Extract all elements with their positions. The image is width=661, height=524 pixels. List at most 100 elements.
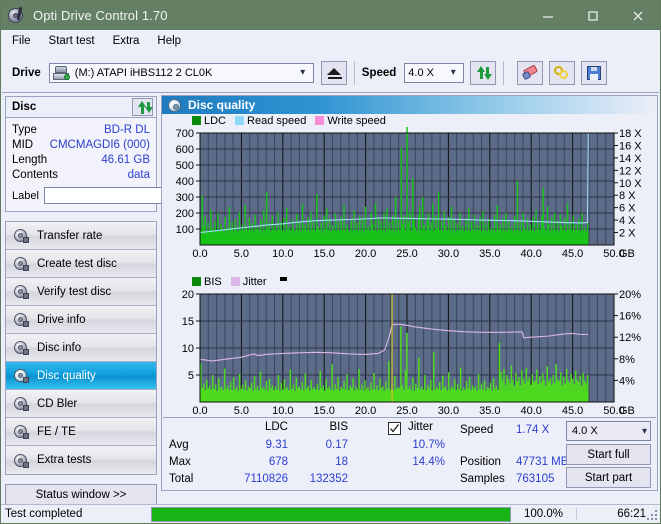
disc-icon xyxy=(14,454,29,467)
svg-text:15: 15 xyxy=(182,316,194,328)
svg-text:700: 700 xyxy=(176,128,194,140)
eraser-icon xyxy=(522,66,539,80)
disc-icon xyxy=(14,341,29,354)
disc-icon xyxy=(14,285,29,298)
disc-row-key: Type xyxy=(12,124,37,136)
toolbar-separator-2 xyxy=(503,61,504,85)
disc-row-contents: Contents data xyxy=(12,167,150,182)
stats-row-label-max: Max xyxy=(169,456,191,468)
save-floppy-icon xyxy=(587,66,601,80)
svg-text:35.0: 35.0 xyxy=(479,248,500,260)
svg-text:400: 400 xyxy=(176,176,194,188)
maximize-button[interactable] xyxy=(570,1,615,30)
stats-panel: LDC BIS Jitter Avg 9.31 0.17 10.7% Max 6… xyxy=(163,417,656,489)
disc-label-key: Label xyxy=(12,190,39,202)
status-window-button[interactable]: Status window >> xyxy=(5,484,157,506)
stats-total-bis: 132352 xyxy=(288,473,348,485)
top-chart[interactable]: 1002003004005006007002 X4 X6 X8 X10 X12 … xyxy=(162,127,657,273)
refresh-button[interactable] xyxy=(470,61,496,85)
drive-select[interactable]: (M:) ATAPI iHBS112 2 CL0K ▾ xyxy=(49,63,314,83)
speed-label: Speed xyxy=(362,67,397,79)
refresh-arrows-icon xyxy=(136,101,150,113)
speed-select[interactable]: 4.0 X ▾ xyxy=(404,63,464,83)
svg-text:500: 500 xyxy=(176,160,194,172)
stats-max-ldc: 678 xyxy=(203,456,288,468)
disc-row-key: Length xyxy=(12,154,47,166)
svg-text:8 X: 8 X xyxy=(619,190,636,202)
sidebar-item-drive-info[interactable]: Drive info xyxy=(6,306,156,334)
progress-bar xyxy=(151,507,511,522)
disc-row-value: BD-R DL xyxy=(104,124,150,136)
legend-swatch-ldc xyxy=(192,116,201,125)
bottom-chart[interactable]: 51015204%8%12%16%20%0.05.010.015.020.025… xyxy=(162,288,657,430)
disc-row-mid: MID CMCMAGDI6 (000) xyxy=(12,137,150,152)
menu-item-file[interactable]: File xyxy=(9,33,40,50)
menu-item-start-test[interactable]: Start test xyxy=(46,33,104,50)
resize-grip[interactable] xyxy=(646,509,658,521)
legend-label-bis: BIS xyxy=(204,276,222,288)
disc-row-value: data xyxy=(128,169,150,181)
toolbar-separator-1 xyxy=(354,61,355,85)
start-part-button[interactable]: Start part xyxy=(566,467,651,488)
test-speed-value: 4.0 X xyxy=(572,425,598,437)
svg-text:600: 600 xyxy=(176,144,194,156)
save-button[interactable] xyxy=(581,61,607,85)
test-speed-select[interactable]: 4.0 X ▾ xyxy=(566,421,651,441)
legend-label-write-speed: Write speed xyxy=(327,115,386,127)
stats-header-ldc: LDC xyxy=(203,421,288,433)
disc-icon xyxy=(14,425,29,438)
disc-panel-title: Disc xyxy=(12,101,36,113)
menu-item-extra[interactable]: Extra xyxy=(110,33,149,50)
sidebar-item-label: CD Bler xyxy=(37,398,77,410)
sidebar-item-transfer-rate[interactable]: Transfer rate xyxy=(6,222,156,250)
sidebar-item-fe-te[interactable]: FE / TE xyxy=(6,418,156,446)
main-panel-header: Disc quality xyxy=(162,96,657,114)
svg-text:20.0: 20.0 xyxy=(355,405,376,417)
sidebar-item-create-test-disc[interactable]: Create test disc xyxy=(6,250,156,278)
menu-item-help[interactable]: Help xyxy=(154,33,190,50)
svg-text:12 X: 12 X xyxy=(619,165,642,177)
jitter-checkbox[interactable] xyxy=(388,422,401,435)
disc-label-row: Label xyxy=(12,186,150,205)
disc-row-key: MID xyxy=(12,139,33,151)
stats-position-value: 47731 MB xyxy=(516,456,568,468)
legend-swatch-bis xyxy=(192,277,201,286)
svg-text:GB: GB xyxy=(619,405,635,417)
legend-swatch-jitter xyxy=(231,277,240,286)
svg-text:16 X: 16 X xyxy=(619,140,642,152)
svg-text:10.0: 10.0 xyxy=(272,248,293,260)
stats-header-bis: BIS xyxy=(288,421,348,433)
svg-text:5: 5 xyxy=(188,370,194,382)
top-chart-legend: LDC Read speed Write speed xyxy=(162,114,657,127)
refresh-arrows-icon xyxy=(475,66,491,80)
close-button[interactable] xyxy=(615,1,660,30)
minimize-button[interactable] xyxy=(525,1,570,30)
stats-samples-label: Samples xyxy=(460,473,505,485)
drive-select-value: (M:) ATAPI iHBS112 2 CL0K xyxy=(75,67,213,79)
svg-text:15.0: 15.0 xyxy=(313,405,334,417)
sidebar-item-verify-test-disc[interactable]: Verify test disc xyxy=(6,278,156,306)
progress-percent: 100.0% xyxy=(511,508,577,520)
stats-row-label-avg: Avg xyxy=(169,439,189,451)
chain-button[interactable] xyxy=(549,61,575,85)
window-title: Opti Drive Control 1.70 xyxy=(33,8,525,23)
sidebar-item-cd-bler[interactable]: CD Bler xyxy=(6,390,156,418)
svg-text:30.0: 30.0 xyxy=(438,248,459,260)
svg-text:20.0: 20.0 xyxy=(355,248,376,260)
sidebar-item-disc-info[interactable]: Disc info xyxy=(6,334,156,362)
disc-row-value: CMCMAGDI6 (000) xyxy=(50,139,150,151)
chain-links-icon xyxy=(554,66,570,80)
svg-text:45.0: 45.0 xyxy=(562,405,583,417)
sidebar-item-extra-tests[interactable]: Extra tests xyxy=(6,446,156,474)
sidebar-item-disc-quality[interactable]: Disc quality xyxy=(6,362,156,390)
eject-button[interactable] xyxy=(321,61,347,85)
disc-icon xyxy=(14,229,29,242)
svg-text:300: 300 xyxy=(176,192,194,204)
erase-button[interactable] xyxy=(517,61,543,85)
svg-text:16%: 16% xyxy=(619,311,641,323)
start-full-button[interactable]: Start full xyxy=(566,444,651,465)
disc-refresh-button[interactable] xyxy=(132,98,153,116)
stats-max-bis: 18 xyxy=(288,456,348,468)
svg-text:5.0: 5.0 xyxy=(234,248,249,260)
sidebar-item-label: Drive info xyxy=(37,314,86,326)
